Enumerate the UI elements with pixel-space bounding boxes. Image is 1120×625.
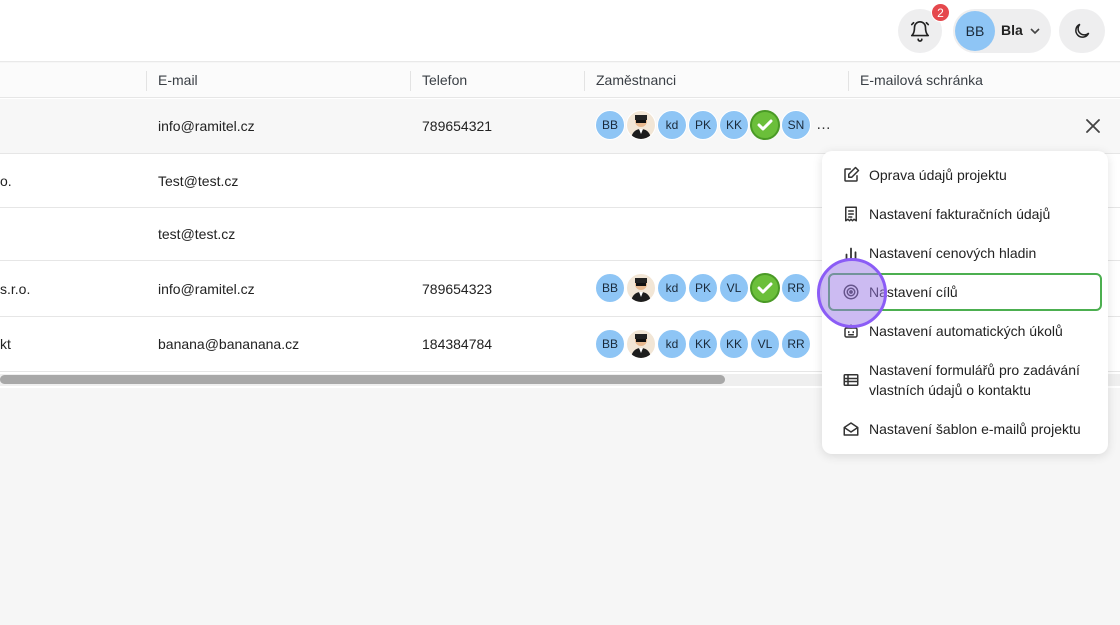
row-name: kt <box>0 336 11 352</box>
user-menu[interactable]: BB Bla <box>953 9 1051 53</box>
employee-avatars: BB kd KK KK VL RR <box>595 329 812 359</box>
menu-item-label: Nastavení šablon e-mailů projektu <box>869 421 1081 437</box>
avatar[interactable]: VL <box>750 329 780 359</box>
label-line: vlastních údajů o kontaktu <box>869 382 1031 398</box>
avatar[interactable]: PK <box>688 110 718 140</box>
menu-item-billing[interactable]: Nastavení fakturačních údajů <box>828 204 1102 226</box>
target-icon <box>843 284 859 300</box>
edit-icon <box>844 166 860 182</box>
menu-item-contact-forms[interactable]: Nastavení formulářů pro zadávání vlastníc… <box>828 360 1102 402</box>
menu-item-auto-tasks[interactable]: Nastavení automatických úkolů <box>828 321 1102 343</box>
robot-icon <box>844 324 858 338</box>
row-phone: 789654321 <box>422 118 493 134</box>
avatar-photo[interactable] <box>626 329 656 359</box>
avatar-check-icon[interactable] <box>750 110 780 140</box>
bell-icon <box>910 21 930 42</box>
menu-item-edit-project[interactable]: Oprava údajů projektu <box>828 165 1102 187</box>
menu-item-label: Nastavení fakturačních údajů <box>869 206 1051 222</box>
chevron-down-icon <box>1030 28 1040 35</box>
row-name: s.r.o. <box>0 281 31 297</box>
project-actions-menu: Oprava údajů projektu Nastavení fakturač… <box>822 151 1108 454</box>
label-line: Nastavení formulářů pro zadávání <box>869 362 1080 378</box>
menu-item-email-templates[interactable]: Nastavení šablon e-mailů projektu <box>828 419 1102 441</box>
avatar-photo[interactable] <box>626 273 656 303</box>
scrollbar-thumb[interactable] <box>0 375 725 384</box>
menu-item-label: Nastavení formulářů pro zadávání vlastníc… <box>869 360 1080 400</box>
avatar: BB <box>955 11 995 51</box>
avatar[interactable]: PK <box>688 273 718 303</box>
avatar[interactable]: KK <box>688 329 718 359</box>
avatar[interactable]: RR <box>781 273 811 303</box>
more-employees[interactable]: … <box>816 110 831 140</box>
avatar[interactable]: KK <box>719 329 749 359</box>
row-email: banana@bananana.cz <box>158 336 300 352</box>
menu-item-label: Oprava údajů projektu <box>869 167 1007 183</box>
employee-avatars: BB kd PK VL RR <box>595 273 812 303</box>
avatar[interactable]: kd <box>657 273 687 303</box>
menu-item-goals[interactable]: Nastavení cílů <box>828 273 1102 311</box>
column-header-employees[interactable]: Zaměstnanci <box>584 63 676 98</box>
moon-icon <box>1075 23 1090 38</box>
row-phone: 184384784 <box>422 336 493 352</box>
menu-item-price-levels[interactable]: Nastavení cenových hladin <box>828 243 1102 265</box>
row-email: test@test.cz <box>158 226 236 242</box>
avatar[interactable]: kd <box>657 110 687 140</box>
avatar-check-icon[interactable] <box>750 273 780 303</box>
row-email: info@ramitel.cz <box>158 281 255 297</box>
avatar-photo[interactable] <box>626 110 656 140</box>
close-icon[interactable] <box>1083 116 1103 136</box>
column-header-phone[interactable]: Telefon <box>410 63 467 98</box>
top-bar: 2 BB Bla <box>0 0 1120 62</box>
bar-chart-icon <box>843 247 859 261</box>
column-header-email[interactable]: E-mail <box>146 63 198 98</box>
row-email: Test@test.cz <box>158 173 239 189</box>
row-phone: 789654323 <box>422 281 493 297</box>
notification-badge: 2 <box>931 3 950 22</box>
menu-item-label: Nastavení automatických úkolů <box>869 323 1063 339</box>
receipt-icon <box>845 206 857 222</box>
avatar[interactable]: VL <box>719 273 749 303</box>
avatar[interactable]: KK <box>719 110 749 140</box>
menu-item-label: Nastavení cílů <box>869 284 958 300</box>
mail-open-icon <box>843 422 859 436</box>
table-header: E-mail Telefon Zaměstnanci E-mailová sch… <box>0 63 1120 98</box>
row-email: info@ramitel.cz <box>158 118 255 134</box>
theme-toggle-button[interactable] <box>1059 9 1105 53</box>
row-name: o. <box>0 173 12 189</box>
column-header-mailbox[interactable]: E-mailová schránka <box>848 63 983 98</box>
menu-item-label: Nastavení cenových hladin <box>869 245 1037 261</box>
avatar[interactable]: SN <box>781 110 811 140</box>
avatar[interactable]: RR <box>781 329 811 359</box>
avatar[interactable]: BB <box>595 110 625 140</box>
avatar[interactable]: BB <box>595 329 625 359</box>
table-row[interactable]: info@ramitel.cz 789654321 BB kd PK KK SN… <box>0 99 1120 154</box>
avatar[interactable]: BB <box>595 273 625 303</box>
user-name: Bla <box>1001 22 1023 38</box>
table-icon <box>843 374 859 386</box>
avatar[interactable]: kd <box>657 329 687 359</box>
employee-avatars: BB kd PK KK SN … <box>595 110 831 140</box>
